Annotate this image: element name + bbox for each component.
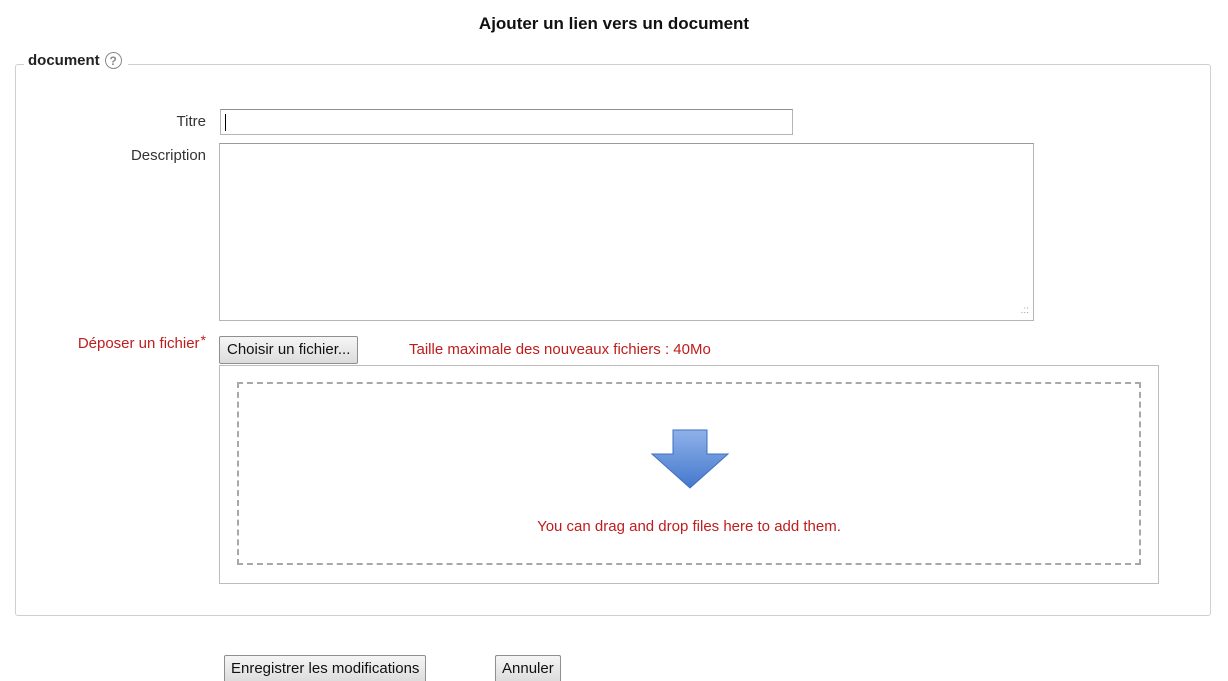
dropzone-text: You can drag and drop files here to add …	[537, 518, 841, 535]
file-label: Déposer un fichier*	[6, 332, 206, 352]
choose-file-button[interactable]: Choisir un fichier...	[219, 336, 359, 364]
page-title: Ajouter un lien vers un document	[478, 14, 750, 33]
form-page: Ajouter un lien vers un document documen…	[0, 0, 1228, 681]
required-asterisk: *	[200, 332, 206, 348]
cancel-button[interactable]: Annuler	[495, 655, 561, 681]
description-label: Description	[130, 147, 206, 164]
description-textarea[interactable]	[219, 143, 1034, 321]
fieldset-legend: document ?	[24, 52, 128, 69]
max-file-size-text: Taille maximale des nouveaux fichiers : …	[409, 341, 711, 358]
title-label: Titre	[176, 113, 206, 130]
file-label-text: Déposer un fichier	[77, 335, 200, 352]
text-caret	[225, 114, 226, 131]
drop-arrow-icon	[650, 429, 730, 489]
title-input[interactable]	[220, 109, 793, 135]
resize-grip-icon[interactable]: .::	[1015, 306, 1029, 318]
fieldset-legend-text: document	[28, 52, 100, 69]
help-icon[interactable]: ?	[104, 52, 122, 69]
save-button[interactable]: Enregistrer les modifications	[224, 655, 427, 681]
